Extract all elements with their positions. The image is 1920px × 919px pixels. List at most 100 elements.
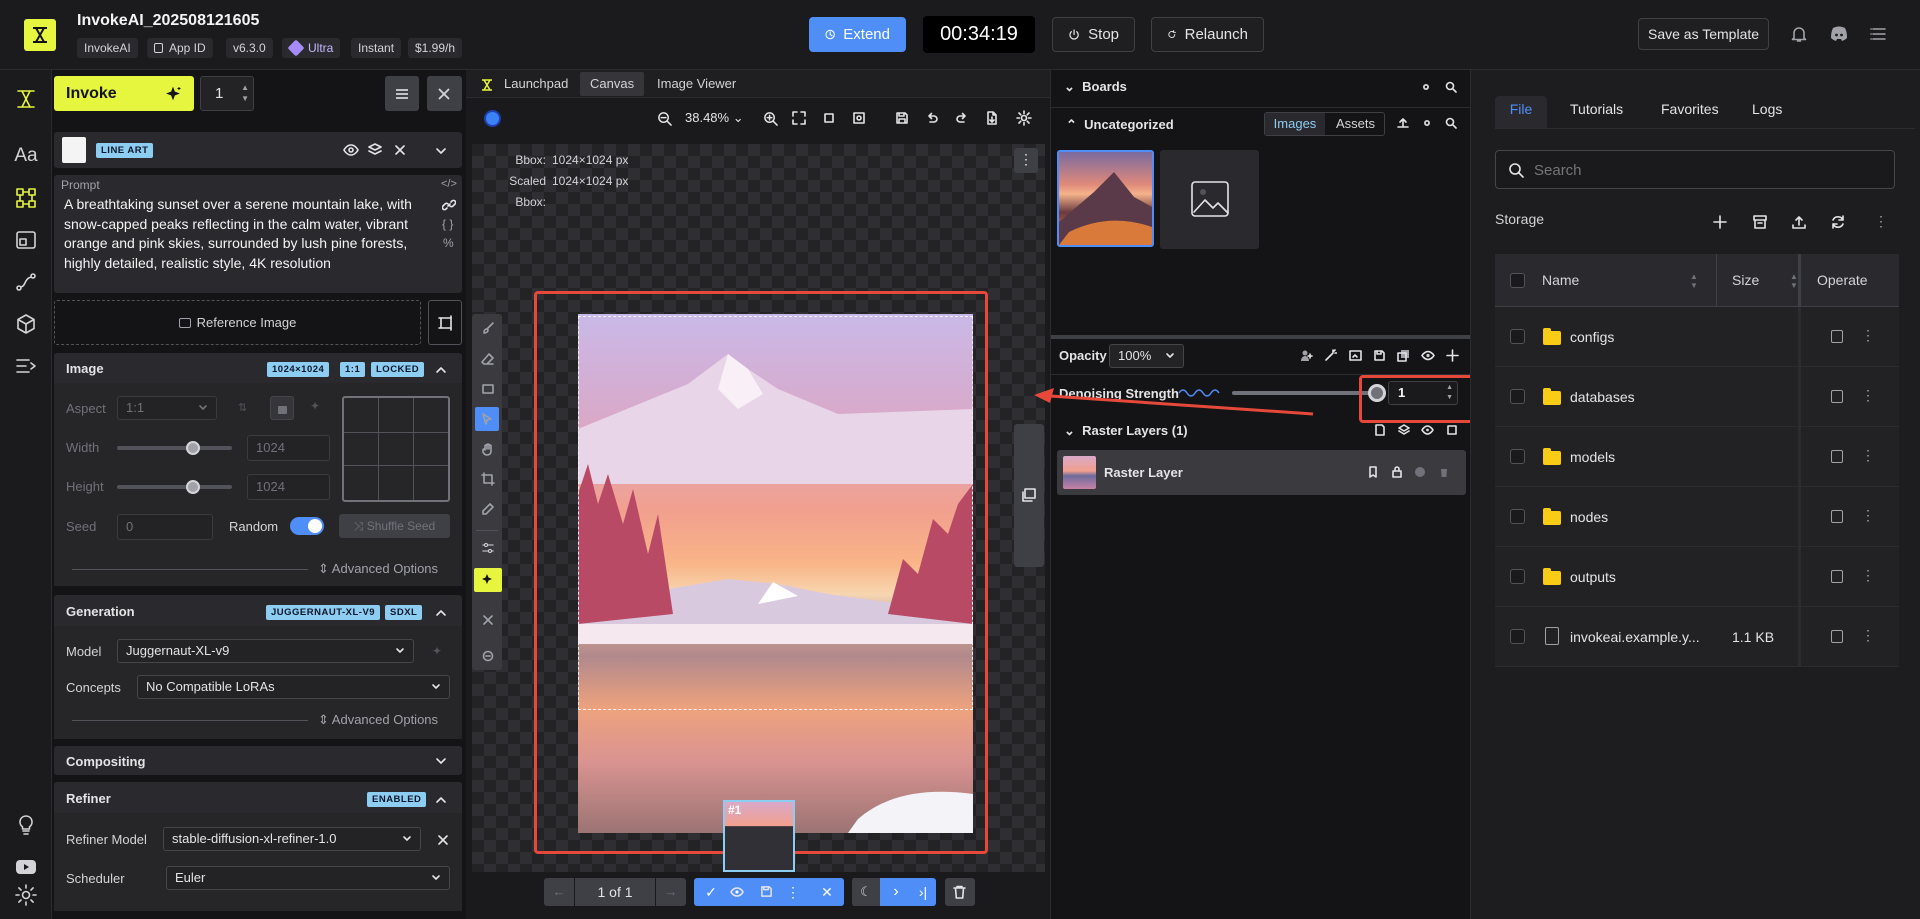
transform-icon[interactable] — [1349, 349, 1362, 362]
copy-icon[interactable] — [1831, 510, 1843, 523]
brush-tool-icon[interactable] — [476, 316, 500, 340]
toggle-visibility-icon[interactable] — [726, 878, 748, 906]
row-more-icon[interactable]: ⋮ — [1861, 567, 1875, 584]
settings-gear-icon[interactable] — [14, 883, 38, 907]
trash-icon[interactable] — [1438, 466, 1450, 478]
tab-image-viewer[interactable]: Image Viewer — [647, 72, 746, 96]
random-toggle[interactable] — [290, 517, 324, 535]
gallery-settings-icon[interactable] — [1421, 117, 1433, 129]
file-name[interactable]: nodes — [1570, 509, 1608, 525]
eye-icon[interactable] — [343, 142, 359, 158]
save-layer-icon[interactable] — [1373, 349, 1386, 362]
sliders-icon[interactable] — [476, 536, 500, 560]
table-row[interactable]: configs ⋮ — [1495, 307, 1899, 367]
accept-sparkle-icon[interactable] — [474, 568, 502, 592]
file-name[interactable]: invokeai.example.y... — [1570, 629, 1700, 645]
width-slider[interactable] — [117, 446, 232, 450]
layers-fit-icon[interactable] — [852, 111, 866, 125]
move-tool-icon[interactable] — [475, 407, 499, 431]
add-icon[interactable] — [1712, 214, 1728, 230]
prompt-box[interactable]: Prompt A breathtaking sunset over a sere… — [54, 175, 462, 293]
canvas-more-button[interactable]: ⋮ — [1014, 148, 1038, 173]
queue-icon[interactable] — [14, 354, 38, 378]
uncategorized-board[interactable]: ⌃ Uncategorized — [1066, 117, 1174, 133]
tab-logs[interactable]: Logs — [1752, 101, 1782, 117]
rect-tool-icon[interactable] — [476, 377, 500, 401]
chevron-right-icon[interactable]: › — [883, 878, 909, 906]
row-more-icon[interactable]: ⋮ — [1861, 327, 1875, 344]
archive-icon[interactable] — [1752, 214, 1768, 230]
copy-icon[interactable] — [1831, 330, 1843, 343]
next-button[interactable]: → — [656, 878, 686, 906]
color-picker[interactable] — [484, 110, 501, 127]
skip-last-icon[interactable]: ›| — [910, 878, 936, 906]
gallery-search-icon[interactable] — [1445, 117, 1457, 129]
layers-icon[interactable] — [367, 142, 383, 158]
zoom-in-icon[interactable] — [763, 111, 778, 126]
moon-icon[interactable]: ☾ — [852, 878, 880, 906]
gallery-image-thumb[interactable] — [1057, 150, 1154, 247]
reference-image-button[interactable]: Reference Image — [54, 300, 421, 345]
delete-button[interactable] — [945, 878, 975, 906]
row-more-icon[interactable]: ⋮ — [1861, 387, 1875, 404]
braces-icon[interactable]: { } — [442, 217, 453, 231]
upscale-icon[interactable] — [14, 228, 38, 252]
file-name[interactable]: models — [1570, 449, 1615, 465]
width-slider-handle[interactable] — [185, 441, 200, 455]
save-icon[interactable] — [895, 111, 909, 125]
accept-check-icon[interactable]: ✓ — [700, 880, 722, 904]
cancel-button[interactable] — [427, 76, 462, 111]
text-workflow-icon[interactable]: Aa — [14, 144, 38, 168]
export-file-icon[interactable] — [985, 111, 999, 125]
duplicate-icon[interactable] — [1397, 349, 1410, 362]
row-checkbox[interactable] — [1510, 629, 1525, 644]
raster-merge-icon[interactable] — [1398, 424, 1410, 436]
tab-favorites[interactable]: Favorites — [1661, 101, 1719, 117]
scheduler-select[interactable]: Euler — [166, 866, 450, 890]
swap-icon[interactable]: ⇅ — [238, 401, 247, 414]
copy-icon[interactable] — [1831, 390, 1843, 403]
lock-icon[interactable] — [1391, 466, 1403, 478]
height-slider[interactable] — [117, 485, 232, 489]
column-name[interactable]: Name — [1542, 272, 1579, 288]
save-to-gallery-icon[interactable] — [756, 878, 778, 906]
table-row[interactable]: models ⋮ — [1495, 427, 1899, 487]
panel-resize-bar[interactable] — [1051, 335, 1470, 339]
relaunch-button[interactable]: Relaunch — [1151, 17, 1264, 52]
table-row[interactable]: outputs ⋮ — [1495, 547, 1899, 607]
raster-add-icon[interactable] — [1374, 424, 1386, 436]
prompt-textarea[interactable]: A breathtaking sunset over a serene moun… — [64, 195, 434, 273]
code-icon[interactable]: </> — [441, 178, 457, 190]
aspect-select[interactable]: 1:1 — [117, 396, 217, 420]
file-name[interactable]: outputs — [1570, 569, 1616, 585]
boards-header[interactable]: ⌄ Boards — [1064, 79, 1127, 95]
select-all-checkbox[interactable] — [1510, 273, 1525, 288]
staging-thumbnail[interactable]: #1 — [723, 800, 795, 872]
column-size[interactable]: Size — [1732, 272, 1759, 288]
lightbulb-icon[interactable] — [14, 813, 38, 837]
queue-menu-button[interactable] — [385, 76, 419, 111]
height-slider-handle[interactable] — [185, 480, 200, 494]
prev-button[interactable]: ← — [544, 878, 574, 906]
layer-eye-icon[interactable] — [1421, 349, 1435, 362]
bbox-tool-icon[interactable] — [476, 467, 500, 491]
upload-icon[interactable] — [1791, 214, 1807, 230]
discard-staging-icon[interactable]: ✕ — [815, 878, 839, 906]
table-row[interactable]: databases ⋮ — [1495, 367, 1899, 427]
copy-icon[interactable] — [1831, 570, 1843, 583]
chevron-up-icon[interactable] — [434, 363, 448, 377]
seed-input[interactable]: 0 — [117, 514, 213, 540]
panel-toggle-handle[interactable] — [1014, 424, 1044, 567]
zoom-out-icon[interactable] — [657, 111, 672, 126]
opacity-select[interactable]: 100% — [1109, 344, 1184, 368]
iterations-input[interactable]: 1 ▲ ▼ — [200, 76, 254, 111]
copy-icon[interactable] — [1831, 630, 1843, 643]
generation-advanced-options[interactable]: ⇕ Advanced Options — [318, 712, 438, 728]
row-more-icon[interactable]: ⋮ — [1861, 447, 1875, 464]
raster-layers-header[interactable]: ⌄ Raster Layers (1) — [1064, 423, 1188, 439]
add-layer-icon[interactable] — [1446, 349, 1459, 362]
redo-icon[interactable] — [955, 111, 969, 125]
raster-delete-icon[interactable] — [1446, 424, 1458, 436]
tab-tutorials[interactable]: Tutorials — [1570, 101, 1623, 117]
assets-tab[interactable]: Assets — [1327, 113, 1384, 135]
